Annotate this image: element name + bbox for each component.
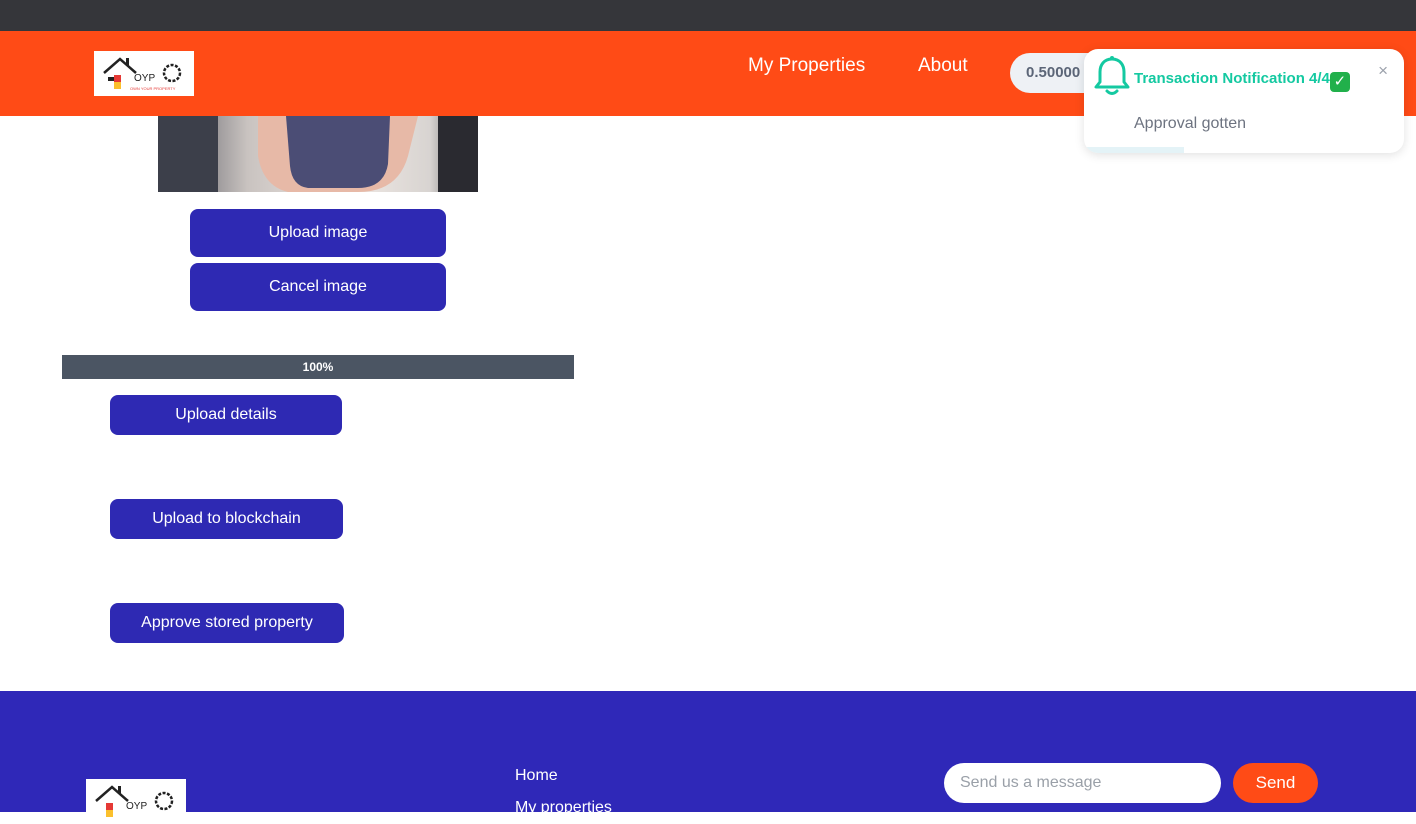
phone-photo [158,116,478,192]
upload-progress-text: 100% [302,360,334,374]
logo-house-icon: OYP OWN YOUR PROPERTY [103,56,182,91]
notification-title: Transaction Notification 4/4 ✓ [1134,67,1354,92]
svg-text:OWN YOUR PROPERTY: OWN YOUR PROPERTY [130,86,176,91]
approve-stored-property-button[interactable]: Approve stored property [110,603,344,643]
property-image-preview [158,116,478,192]
svg-text:OYP: OYP [134,73,155,84]
svg-text:OYP: OYP [126,801,147,812]
footer-link-home[interactable]: Home [515,767,558,785]
brand-logo[interactable]: OYP OWN YOUR PROPERTY [94,51,194,96]
bell-icon [1094,56,1130,95]
notification-message: Approval gotten [1134,115,1247,132]
upload-details-button[interactable]: Upload details [110,395,342,435]
footer-link-my-properties[interactable]: My properties [515,799,612,817]
close-icon[interactable]: × [1378,61,1388,81]
cancel-image-button[interactable]: Cancel image [190,263,446,311]
transaction-notification: Transaction Notification 4/4 ✓ Approval g… [1084,49,1404,153]
message-input[interactable] [944,763,1221,803]
nav-about[interactable]: About [918,55,968,77]
footer: OYP Home My properties Send [0,691,1416,824]
upload-image-button[interactable]: Upload image [190,209,446,257]
footer-logo[interactable]: OYP [86,779,186,824]
upload-progress-bar: 100% [62,355,574,379]
send-button[interactable]: Send [1233,763,1318,803]
upload-to-blockchain-button[interactable]: Upload to blockchain [110,499,343,539]
check-icon: ✓ [1329,72,1350,92]
browser-top-strip [0,0,1416,31]
notification-title-text: Transaction Notification 4/4 [1134,70,1330,87]
nav-my-properties[interactable]: My Properties [748,55,865,77]
logo-house-icon: OYP [95,784,174,817]
notification-timer-bar [1084,147,1184,153]
